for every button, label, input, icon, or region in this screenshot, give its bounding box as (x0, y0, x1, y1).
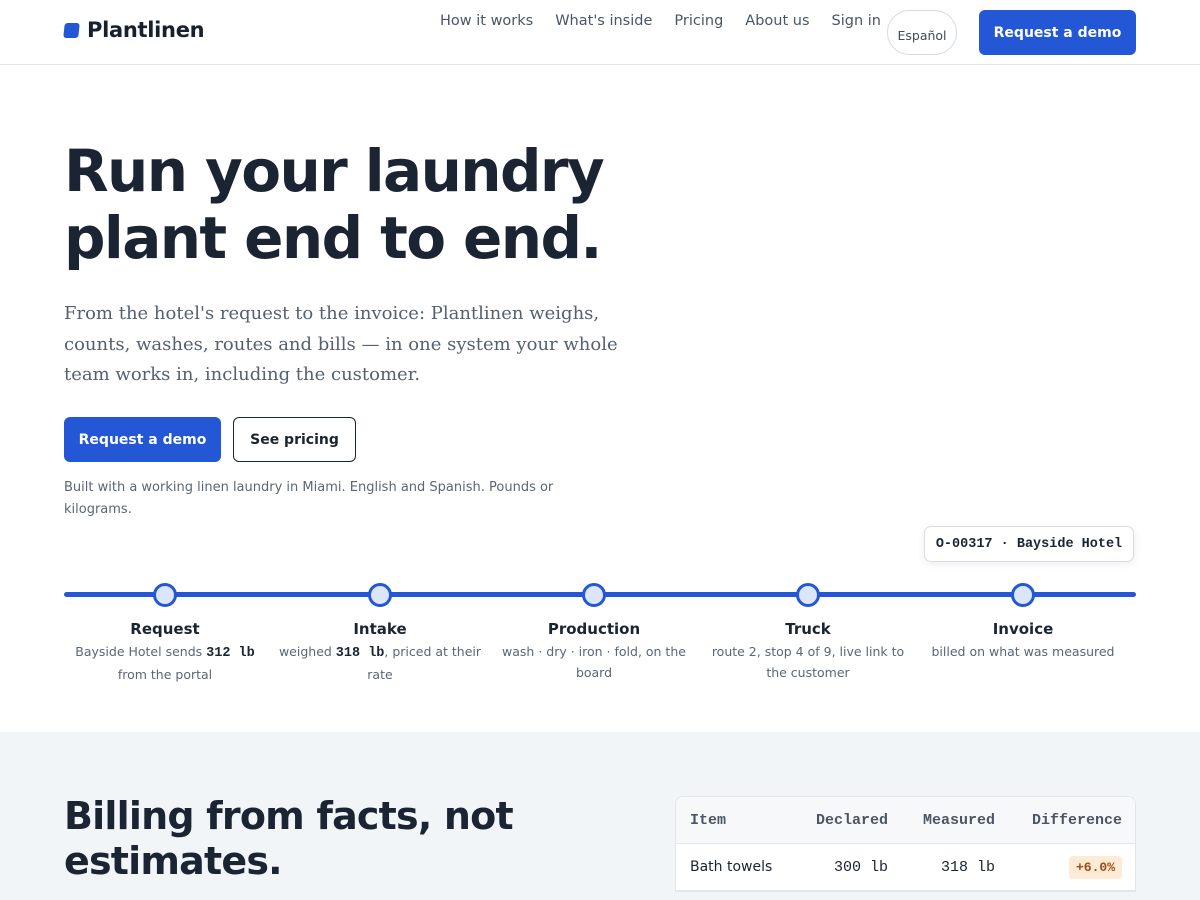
main-nav: How it works What's inside Pricing About… (440, 13, 903, 29)
nav-about-us[interactable]: About us (745, 13, 809, 29)
stage-desc-text-end: , priced at their rate (367, 644, 482, 682)
stage-dot-icon (368, 583, 392, 607)
column-header-declared: Declared (815, 811, 888, 829)
see-pricing-button[interactable]: See pricing (233, 417, 356, 462)
stage-desc-text-end: from the portal (117, 667, 213, 682)
stage-truck: Truck route 2, stop 4 of 9, live link to… (703, 583, 913, 683)
stage-intake: Intake weighed 318 lb, priced at their r… (275, 583, 485, 685)
logo-mark-icon (63, 22, 80, 38)
stage-name: Truck (785, 620, 831, 638)
stage-dot-icon (1011, 583, 1035, 607)
stage-name: Request (130, 620, 200, 638)
stage-description: route 2, stop 4 of 9, live link to the c… (711, 644, 905, 680)
cell-item: Bath towels (690, 859, 773, 875)
table-row: Bath towels 300 lb 318 lb +6.0% (676, 844, 1135, 891)
stage-invoice: Invoice billed on what was measured (918, 583, 1128, 662)
hero-title-line-1: Run your laundry (64, 137, 605, 205)
stage-dot-icon (153, 583, 177, 607)
stage-desc-value: 318 lb (335, 646, 385, 661)
nav-whats-inside[interactable]: What's inside (555, 13, 652, 29)
nav-how-it-works[interactable]: How it works (440, 13, 533, 29)
column-header-item: Item (690, 811, 727, 829)
table-header-row: Item Declared Measured Difference (676, 797, 1135, 844)
hero-request-demo-button[interactable]: Request a demo (64, 417, 221, 462)
stage-request: Request Bayside Hotel sends 312 lb from … (60, 583, 270, 685)
column-header-measured: Measured (922, 811, 995, 829)
nav-pricing[interactable]: Pricing (674, 13, 723, 29)
billing-section: Billing from facts, not estimates. Item … (0, 732, 1200, 900)
stage-name: Invoice (992, 620, 1054, 638)
cell-difference: +6.0% (995, 855, 1122, 879)
billing-title: Billing from facts, not estimates. (64, 794, 514, 883)
hero-title-line-2: plant end to end. (64, 204, 602, 272)
cell-declared: 300 lb (833, 858, 888, 876)
brand-name: Plantlinen (87, 18, 205, 42)
stage-desc-text: Bayside Hotel sends (75, 644, 207, 659)
header-request-demo-button[interactable]: Request a demo (979, 10, 1136, 55)
stage-name: Production (547, 620, 641, 638)
column-header-difference: Difference (1031, 811, 1122, 829)
hero-subtitle: From the hotel's request to the invoice:… (64, 303, 618, 385)
billing-table: Item Declared Measured Difference Bath t… (675, 796, 1136, 892)
hero-note: Built with a working linen laundry in Mi… (64, 480, 554, 517)
cell-measured: 318 lb (940, 858, 995, 876)
stage-description: wash · dry · iron · fold, on the board (502, 644, 686, 680)
difference-badge: +6.0% (1068, 855, 1122, 879)
stage-dot-icon (796, 583, 820, 607)
stage-description: billed on what was measured (931, 644, 1115, 659)
site-header: Plantlinen How it works What's inside Pr… (0, 0, 1200, 65)
stage-desc-value: 312 lb (206, 646, 255, 661)
brand-logo[interactable]: Plantlinen (63, 18, 205, 42)
stage-name: Intake (353, 620, 407, 638)
stage-description: Bayside Hotel sends 312 lb from the port… (60, 641, 270, 685)
stage-dot-icon (582, 583, 606, 607)
stage-desc-text: weighed (278, 644, 336, 659)
order-tag: O-00317 · Bayside Hotel (924, 526, 1134, 562)
stage-production: Production wash · dry · iron · fold, on … (489, 583, 699, 683)
language-toggle-button[interactable]: Español (887, 10, 957, 55)
stage-description: weighed 318 lb, priced at their rate (275, 641, 485, 685)
hero-title: Run your laundry plant end to end. (64, 138, 684, 272)
nav-sign-in[interactable]: Sign in (832, 13, 881, 29)
